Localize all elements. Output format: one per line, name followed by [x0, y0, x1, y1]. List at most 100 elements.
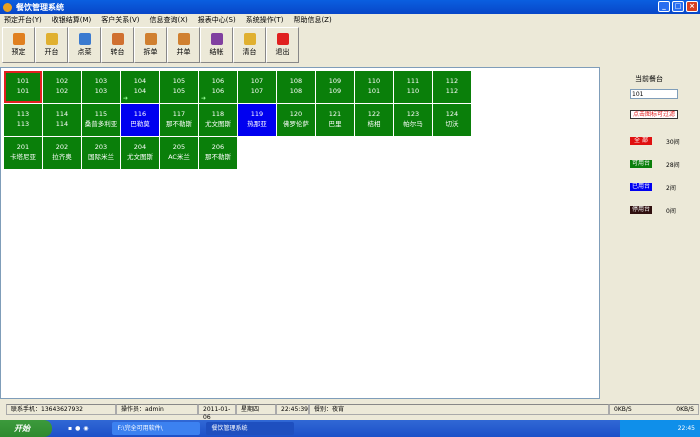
- table-tile[interactable]: 104 104 ➜: [121, 71, 159, 103]
- table-name: 巴勒莫: [130, 120, 150, 128]
- table-tile[interactable]: 202 拉齐奥: [43, 137, 81, 169]
- table-name: 拉齐奥: [52, 153, 72, 161]
- filter-hint-button[interactable]: 点击图标可过滤: [630, 110, 678, 119]
- net-down: 0KB/S: [614, 406, 632, 413]
- taskbar-item-folder[interactable]: F:\完全可用软件\: [111, 422, 200, 435]
- toolbar-button-label: 开台: [44, 48, 59, 56]
- table-name: 桑普多利亚: [84, 120, 118, 128]
- table-tile[interactable]: 112 112: [433, 71, 471, 103]
- menu-item[interactable]: 客户关系(V): [101, 15, 139, 25]
- close-button[interactable]: ×: [686, 1, 698, 12]
- table-number: 206: [211, 143, 225, 151]
- table-tile[interactable]: 203 国际米兰: [82, 137, 120, 169]
- table-tile[interactable]: 116 巴勒莫: [121, 104, 159, 136]
- table-number: 119: [250, 110, 264, 118]
- table-tile[interactable]: 120 佛罗伦萨: [277, 104, 315, 136]
- table-number: 122: [367, 110, 381, 118]
- table-tile[interactable]: 201 卡塔尼亚: [4, 137, 42, 169]
- toolbar-button[interactable]: 拆单: [134, 27, 167, 63]
- table-tile[interactable]: 105 105: [160, 71, 198, 103]
- toolbar-button-label: 退出: [275, 48, 290, 56]
- toolbar-button[interactable]: 预定: [2, 27, 35, 63]
- legend-filter-button[interactable]: 停用台: [630, 206, 652, 214]
- table-number: 204: [133, 143, 147, 151]
- table-name: 尤文图斯: [127, 153, 153, 161]
- exit-icon: [276, 33, 289, 45]
- table-tile[interactable]: 117 那不勒斯: [160, 104, 198, 136]
- toolbar-button[interactable]: 开台: [35, 27, 68, 63]
- table-tile[interactable]: 122 桔相: [355, 104, 393, 136]
- menu-item[interactable]: 报表中心(S): [198, 15, 236, 25]
- legend-filter-button[interactable]: 可用台: [630, 160, 652, 168]
- table-name: 尤文图斯: [205, 120, 231, 128]
- taskbar-item-app[interactable]: 餐饮管理系统: [205, 422, 294, 435]
- legend-count: 2间: [666, 185, 676, 192]
- table-tile[interactable]: 205 AC米兰: [160, 137, 198, 169]
- current-table-label: 当前餐台: [635, 75, 663, 83]
- legend-count: 28间: [666, 162, 680, 169]
- toolbar-button[interactable]: 结帐: [200, 27, 233, 63]
- table-tile[interactable]: 123 帕尔马: [394, 104, 432, 136]
- table-number: 104: [133, 77, 147, 85]
- table-number: 110: [367, 77, 381, 85]
- system-tray: 22:45: [620, 420, 700, 437]
- toolbar-button-label: 预定: [11, 48, 26, 56]
- table-name: 热那亚: [247, 120, 267, 128]
- table-number: 123: [406, 110, 420, 118]
- start-button[interactable]: 开始: [0, 420, 52, 437]
- toolbar-button[interactable]: 退出: [266, 27, 299, 63]
- table-tile[interactable]: 106 106 ➜: [199, 71, 237, 103]
- table-tile[interactable]: 124 切沃: [433, 104, 471, 136]
- toolbar-button[interactable]: 转台: [101, 27, 134, 63]
- table-tile[interactable]: 121 巴里: [316, 104, 354, 136]
- table-number: 112: [445, 77, 459, 85]
- legend-filter-button[interactable]: 已用台: [630, 183, 652, 191]
- checkout-icon: [210, 33, 223, 45]
- table-name: 112: [445, 87, 459, 95]
- table-number: 115: [94, 110, 108, 118]
- merge-icon: [177, 33, 190, 45]
- toolbar-button[interactable]: 清台: [233, 27, 266, 63]
- menu-item[interactable]: 帮助信息(Z): [293, 15, 331, 25]
- table-name: 102: [55, 87, 69, 95]
- toolbar-button-label: 点菜: [77, 48, 92, 56]
- table-tile[interactable]: 118 尤文图斯: [199, 104, 237, 136]
- toolbar-button[interactable]: 点菜: [68, 27, 101, 63]
- table-name: 那不勒斯: [205, 153, 231, 161]
- table-name: 佛罗伦萨: [283, 120, 309, 128]
- menu-item[interactable]: 系统操作(T): [246, 15, 284, 25]
- menu-item[interactable]: 收银结算(M): [52, 15, 92, 25]
- table-tile[interactable]: 109 109: [316, 71, 354, 103]
- legend-count: 0间: [666, 208, 676, 215]
- table-tile[interactable]: 204 尤文图斯: [121, 137, 159, 169]
- table-name: 109: [328, 87, 342, 95]
- toolbar-button[interactable]: 并单: [167, 27, 200, 63]
- table-tile[interactable]: 108 108: [277, 71, 315, 103]
- table-tile[interactable]: 115 桑普多利亚: [82, 104, 120, 136]
- table-name: 巴里: [328, 120, 342, 128]
- table-tile[interactable]: 103 103: [82, 71, 120, 103]
- table-name: AC米兰: [168, 153, 190, 161]
- menu-item[interactable]: 信息查询(X): [150, 15, 188, 25]
- net-up: 0KB/S: [676, 406, 694, 413]
- table-tile[interactable]: 119 热那亚: [238, 104, 276, 136]
- quick-launch-icons[interactable]: ▪●◉: [68, 425, 92, 432]
- table-number: 103: [94, 77, 108, 85]
- menu-item[interactable]: 预定开台(Y): [4, 15, 42, 25]
- legend-filter-button[interactable]: 全 部: [630, 137, 652, 145]
- table-name: 103: [94, 87, 108, 95]
- table-tile[interactable]: 113 113: [4, 104, 42, 136]
- table-tile[interactable]: 111 110: [394, 71, 432, 103]
- menu-bar: 预定开台(Y) 收银结算(M) 客户关系(V) 信息查询(X) 报表中心(S) 系统操作(…: [0, 14, 700, 26]
- current-table-input[interactable]: [630, 89, 678, 99]
- table-tile[interactable]: 110 101: [355, 71, 393, 103]
- table-tile[interactable]: 101 101: [4, 71, 42, 103]
- alarm-clock-icon: [12, 33, 25, 45]
- maximize-button[interactable]: □: [672, 1, 684, 12]
- minimize-button[interactable]: _: [658, 1, 670, 12]
- table-tile[interactable]: 114 114: [43, 104, 81, 136]
- table-tile[interactable]: 107 107: [238, 71, 276, 103]
- split-icon: [144, 33, 157, 45]
- table-tile[interactable]: 102 102: [43, 71, 81, 103]
- table-tile[interactable]: 206 那不勒斯: [199, 137, 237, 169]
